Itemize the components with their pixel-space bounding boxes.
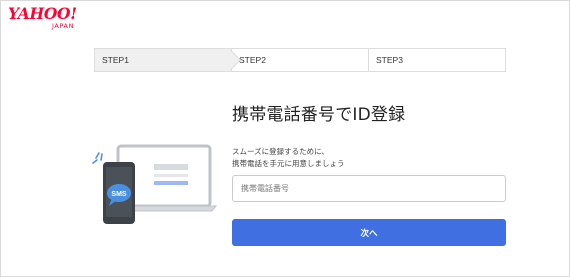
- step-3: STEP3: [368, 49, 505, 71]
- description-line-1: スムーズに登録するために、: [232, 147, 329, 156]
- phone-laptop-illustration: SMS: [92, 144, 218, 224]
- step-1: STEP1: [95, 49, 231, 71]
- laptop-screen-line-2: [154, 174, 188, 177]
- sms-bubble-text: SMS: [111, 191, 127, 198]
- page-description: スムーズに登録するために、 携帯電話を手元に用意しましょう: [232, 146, 345, 170]
- notification-spark-2: [100, 153, 103, 161]
- phone-number-input[interactable]: [232, 175, 506, 202]
- yahoo-japan-logo[interactable]: YAHOO! JAPAN: [8, 3, 94, 33]
- laptop-screen-line-1: [154, 164, 188, 170]
- page-title: 携帯電話番号でID登録: [232, 105, 406, 125]
- notification-spark-3: [92, 159, 98, 164]
- laptop-screen-button: [154, 181, 188, 185]
- logo-subtext: JAPAN: [52, 22, 75, 30]
- step-indicator: STEP1 STEP2 STEP3: [94, 48, 506, 72]
- notification-spark-1: [95, 152, 100, 159]
- description-line-2: 携帯電話を手元に用意しましょう: [232, 159, 345, 168]
- next-button[interactable]: 次へ: [232, 219, 506, 246]
- logo-wordmark: YAHOO!: [8, 3, 77, 24]
- step-2: STEP2: [231, 49, 368, 71]
